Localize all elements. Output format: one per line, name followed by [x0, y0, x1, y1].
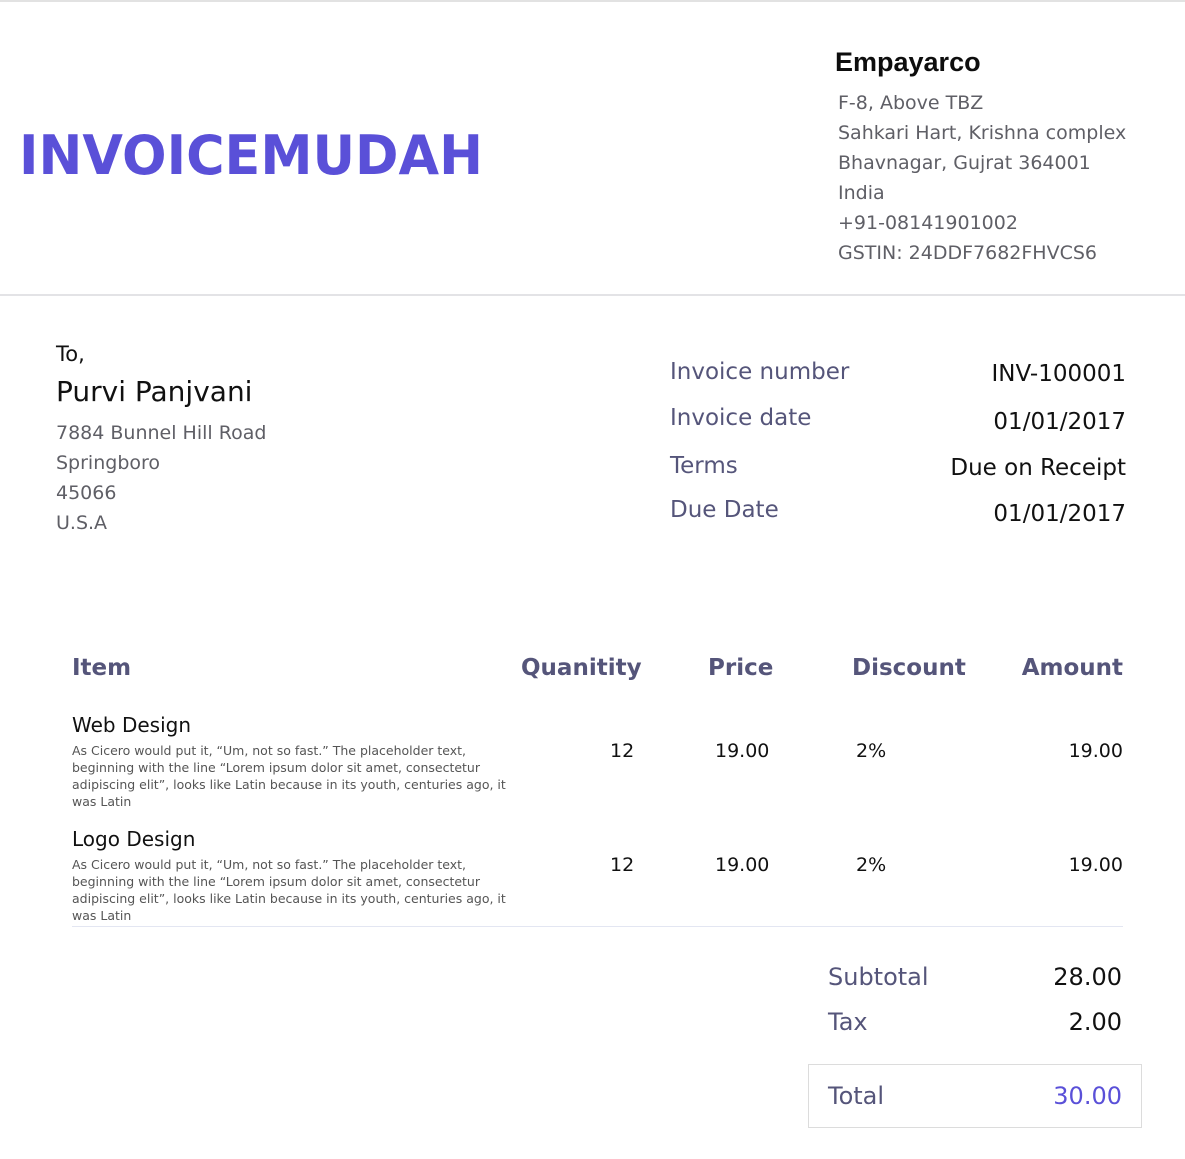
- item-name: Logo Design: [72, 827, 196, 851]
- due-date-row: Due Date 01/01/2017: [670, 490, 1126, 536]
- item-quantity: 12: [610, 740, 635, 762]
- top-border: [0, 0, 1185, 2]
- total-label: Total: [828, 1082, 885, 1110]
- item-discount: 2%: [856, 740, 887, 762]
- company-address-line: Sahkari Hart, Krishna complex: [838, 122, 1127, 144]
- company-gstin: GSTIN: 24DDF7682FHVCS6: [838, 242, 1097, 264]
- table-row: Logo Design As Cicero would put it, “Um,…: [72, 804, 1123, 923]
- logo-text: INVOICEMUDAH: [19, 130, 483, 176]
- client-address-line: 7884 Bunnel Hill Road: [56, 422, 267, 444]
- client-name: Purvi Panjvani: [56, 375, 253, 408]
- item-quantity: 12: [610, 854, 635, 876]
- tax-label: Tax: [828, 1008, 868, 1036]
- terms-row: Terms Due on Receipt: [670, 444, 1126, 490]
- item-price: 19.00: [715, 854, 770, 876]
- item-name: Web Design: [72, 713, 192, 737]
- due-date-label: Due Date: [670, 497, 779, 523]
- client-address: 7884 Bunnel Hill Road Springboro 45066 U…: [56, 418, 456, 538]
- tax-value: 2.00: [1068, 1008, 1122, 1036]
- bill-to-label: To,: [56, 342, 85, 366]
- terms-label: Terms: [670, 453, 738, 479]
- invoicemudah-logo: INVOICEMUDAH: [19, 130, 483, 176]
- totals-summary: Subtotal 28.00 Tax 2.00: [828, 958, 1122, 1048]
- header-discount: Discount: [852, 655, 966, 681]
- subtotal-row: Subtotal 28.00: [828, 958, 1122, 1003]
- subtotal-value: 28.00: [1053, 963, 1122, 991]
- client-zip: 45066: [56, 482, 117, 504]
- header-divider: [0, 294, 1185, 296]
- line-items-table: Item Quanitity Price Discount Amount Web…: [72, 648, 1123, 923]
- item-discount: 2%: [856, 854, 887, 876]
- item-amount: 19.00: [1068, 740, 1123, 762]
- due-date-value: 01/01/2017: [993, 501, 1126, 527]
- table-header: Item Quanitity Price Discount Amount: [72, 648, 1123, 690]
- subtotal-label: Subtotal: [828, 963, 929, 991]
- invoice-number-value: INV-100001: [991, 361, 1126, 387]
- item-price: 19.00: [715, 740, 770, 762]
- company-address-line: Bhavnagar, Gujrat 364001: [838, 152, 1091, 174]
- company-country: India: [838, 182, 885, 204]
- invoice-number-row: Invoice number INV-100001: [670, 352, 1126, 398]
- invoice-number-label: Invoice number: [670, 359, 850, 385]
- company-info: Empayarco F-8, Above TBZ Sahkari Hart, K…: [835, 46, 1175, 268]
- client-country: U.S.A: [56, 512, 108, 534]
- table-divider: [72, 926, 1123, 927]
- tax-row: Tax 2.00: [828, 1003, 1122, 1048]
- item-description: As Cicero would put it, “Um, not so fast…: [72, 857, 506, 923]
- total-value: 30.00: [1053, 1082, 1122, 1110]
- header-amount: Amount: [1021, 655, 1123, 681]
- company-address: F-8, Above TBZ Sahkari Hart, Krishna com…: [835, 88, 1175, 268]
- bill-to: To, Purvi Panjvani 7884 Bunnel Hill Road…: [56, 340, 456, 538]
- table-row: Web Design As Cicero would put it, “Um, …: [72, 690, 1123, 809]
- header-price: Price: [708, 655, 774, 681]
- company-name: Empayarco: [835, 47, 981, 77]
- header-item: Item: [72, 655, 132, 681]
- invoice-meta: Invoice number INV-100001 Invoice date 0…: [670, 352, 1126, 536]
- invoice-date-label: Invoice date: [670, 405, 812, 431]
- terms-value: Due on Receipt: [950, 455, 1126, 481]
- item-amount: 19.00: [1068, 854, 1123, 876]
- company-address-line: F-8, Above TBZ: [838, 92, 984, 114]
- invoice-date-value: 01/01/2017: [993, 409, 1126, 435]
- company-phone: +91-08141901002: [838, 212, 1018, 234]
- invoice-date-row: Invoice date 01/01/2017: [670, 398, 1126, 444]
- client-city: Springboro: [56, 452, 161, 474]
- item-description: As Cicero would put it, “Um, not so fast…: [72, 743, 506, 809]
- header-quantity: Quanitity: [521, 655, 642, 681]
- total-box: Total 30.00: [808, 1064, 1142, 1128]
